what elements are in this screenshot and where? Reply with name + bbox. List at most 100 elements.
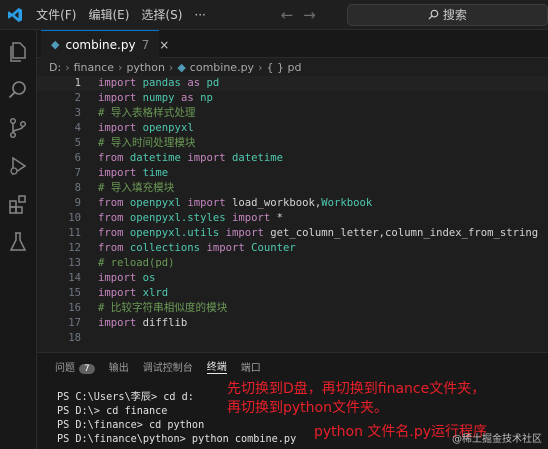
bottom-panel: 问题 7 输出 调试控制台 终端 端口 PS C:\Users\李辰> cd d:…: [37, 352, 548, 449]
menu-more[interactable]: ···: [188, 8, 211, 22]
code-line[interactable]: 11 from openpyxl.utils import get_column_…: [37, 226, 538, 241]
code-token: import: [98, 167, 137, 179]
code-token: import: [98, 92, 137, 104]
forward-arrow-icon[interactable]: →: [300, 6, 318, 24]
line-number: 10: [68, 212, 81, 224]
activity-bar: [0, 30, 37, 449]
code-line[interactable]: 16 # 比较字符串相似度的模块: [37, 301, 227, 316]
annotation-text: 再切换到python文件夹。: [227, 400, 388, 416]
code-line[interactable]: 10 from openpyxl.styles import *: [37, 211, 283, 226]
code-token: openpyxl: [129, 197, 181, 209]
code-text: from openpyxl.utils import get_column_le…: [98, 226, 538, 241]
code-editor[interactable]: 1 import pandas as pd 2 import numpy as np 3…: [37, 76, 548, 352]
menu-selection[interactable]: 选择(S): [135, 6, 188, 23]
code-token: as: [187, 77, 201, 89]
code-line[interactable]: 5 # 导入时间处理模块: [37, 136, 196, 151]
line-number: 9: [74, 197, 81, 209]
breadcrumb-finance[interactable]: finance: [74, 61, 114, 74]
code-token: from: [98, 212, 124, 224]
code-line[interactable]: 15 import xlrd: [37, 286, 168, 301]
line-number: 8: [74, 182, 81, 194]
code-token: # reload(pd): [98, 257, 175, 269]
back-arrow-icon[interactable]: ←: [278, 6, 296, 24]
code-line[interactable]: 9 from openpyxl import load_workbook,Work…: [37, 196, 373, 211]
code-token: Counter: [251, 242, 296, 254]
tab-combine-py[interactable]: ◆ combine.py 7 ×: [41, 30, 169, 58]
python-file-icon: ◆: [177, 60, 186, 74]
line-number: 18: [68, 332, 81, 344]
line-number: 13: [68, 257, 81, 269]
code-token: pd: [206, 77, 220, 89]
code-token: from: [98, 152, 124, 164]
chevron-right-icon: ›: [118, 60, 123, 74]
search-sidebar-icon[interactable]: [6, 78, 30, 102]
source-control-icon[interactable]: [6, 116, 30, 140]
code-text: import os: [98, 271, 155, 286]
code-line[interactable]: 2 import numpy as np: [37, 91, 213, 106]
code-token: *: [270, 212, 284, 224]
code-line[interactable]: 14 import os: [37, 271, 155, 286]
code-token: import: [206, 242, 245, 254]
tab-debug-console[interactable]: 调试控制台: [143, 359, 193, 374]
code-line[interactable]: 12 from collections import Counter: [37, 241, 296, 256]
tab-terminal[interactable]: 终端: [206, 358, 227, 374]
code-text: import openpyxl: [98, 121, 194, 136]
code-token: openpyxl.styles: [129, 212, 226, 224]
line-number: 2: [74, 92, 81, 104]
code-token: # 比较字符串相似度的模块: [98, 302, 228, 314]
code-line[interactable]: 3 # 导入表格样式处理: [37, 106, 196, 121]
tab-problems-label: 问题: [55, 362, 75, 374]
annotation-text: 先切换到D盘，再切换到finance文件夹，: [227, 381, 486, 397]
code-token: collections: [129, 242, 201, 254]
code-line[interactable]: 8 # 导入填充模块: [37, 181, 175, 196]
code-token: difflib: [136, 317, 188, 329]
breadcrumb-symbol[interactable]: { } pd: [266, 61, 301, 74]
extensions-icon[interactable]: [6, 192, 30, 216]
code-line[interactable]: 17 import difflib: [37, 316, 187, 331]
code-text: from openpyxl import load_workbook,Workb…: [98, 196, 372, 211]
code-token: openpyxl: [142, 122, 194, 134]
menu-file[interactable]: 文件(F): [30, 6, 82, 23]
code-token: # 导入填充模块: [98, 182, 175, 194]
line-number: 12: [68, 242, 81, 254]
terminal-line: PS D:\finance> cd python: [57, 420, 205, 431]
code-token: time: [142, 167, 169, 179]
code-line[interactable]: 13 # reload(pd): [37, 256, 174, 271]
breadcrumb-python[interactable]: python: [126, 61, 164, 74]
explorer-icon[interactable]: [6, 40, 30, 64]
line-number: 15: [68, 287, 81, 299]
line-number: 14: [68, 272, 81, 284]
tab-problems[interactable]: 问题 7: [55, 359, 95, 374]
code-token: from: [98, 197, 124, 209]
code-line[interactable]: 7 import time: [37, 166, 169, 181]
code-line[interactable]: 1 import pandas as pd: [37, 76, 548, 91]
code-line[interactable]: 6 from datetime import datetime: [37, 151, 283, 166]
chevron-right-icon: ›: [65, 60, 70, 74]
line-number: 16: [68, 302, 81, 314]
tab-ports[interactable]: 端口: [241, 359, 261, 374]
code-token: load_workbook,: [225, 197, 322, 209]
tab-output[interactable]: 输出: [109, 359, 129, 374]
testing-flask-icon[interactable]: [6, 230, 30, 254]
code-text: from collections import Counter: [98, 241, 296, 256]
code-token: from: [98, 227, 124, 239]
breadcrumb-file[interactable]: combine.py: [190, 61, 254, 74]
code-line[interactable]: 18: [37, 331, 81, 346]
panel-tabs: 问题 7 输出 调试控制台 终端 端口: [55, 357, 261, 375]
chevron-right-icon: ›: [258, 60, 263, 74]
code-token: datetime: [232, 152, 284, 164]
title-bar: 文件(F) 编辑(E) 选择(S) ··· ← → 搜索: [0, 0, 548, 30]
code-line[interactable]: 4 import openpyxl: [37, 121, 194, 136]
tab-filename: combine.py: [65, 37, 136, 52]
menu-edit[interactable]: 编辑(E): [82, 6, 135, 23]
code-token: xlrd: [142, 287, 169, 299]
code-token: Workbook: [321, 197, 373, 209]
breadcrumb-drive[interactable]: D:: [49, 61, 61, 74]
search-icon: [428, 9, 439, 20]
code-token: import: [187, 197, 226, 209]
command-search-box[interactable]: 搜索: [346, 3, 548, 26]
run-debug-icon[interactable]: [6, 154, 30, 178]
close-icon[interactable]: ×: [159, 38, 169, 52]
code-token: # 导入时间处理模块: [98, 137, 196, 149]
code-token: import: [98, 122, 137, 134]
